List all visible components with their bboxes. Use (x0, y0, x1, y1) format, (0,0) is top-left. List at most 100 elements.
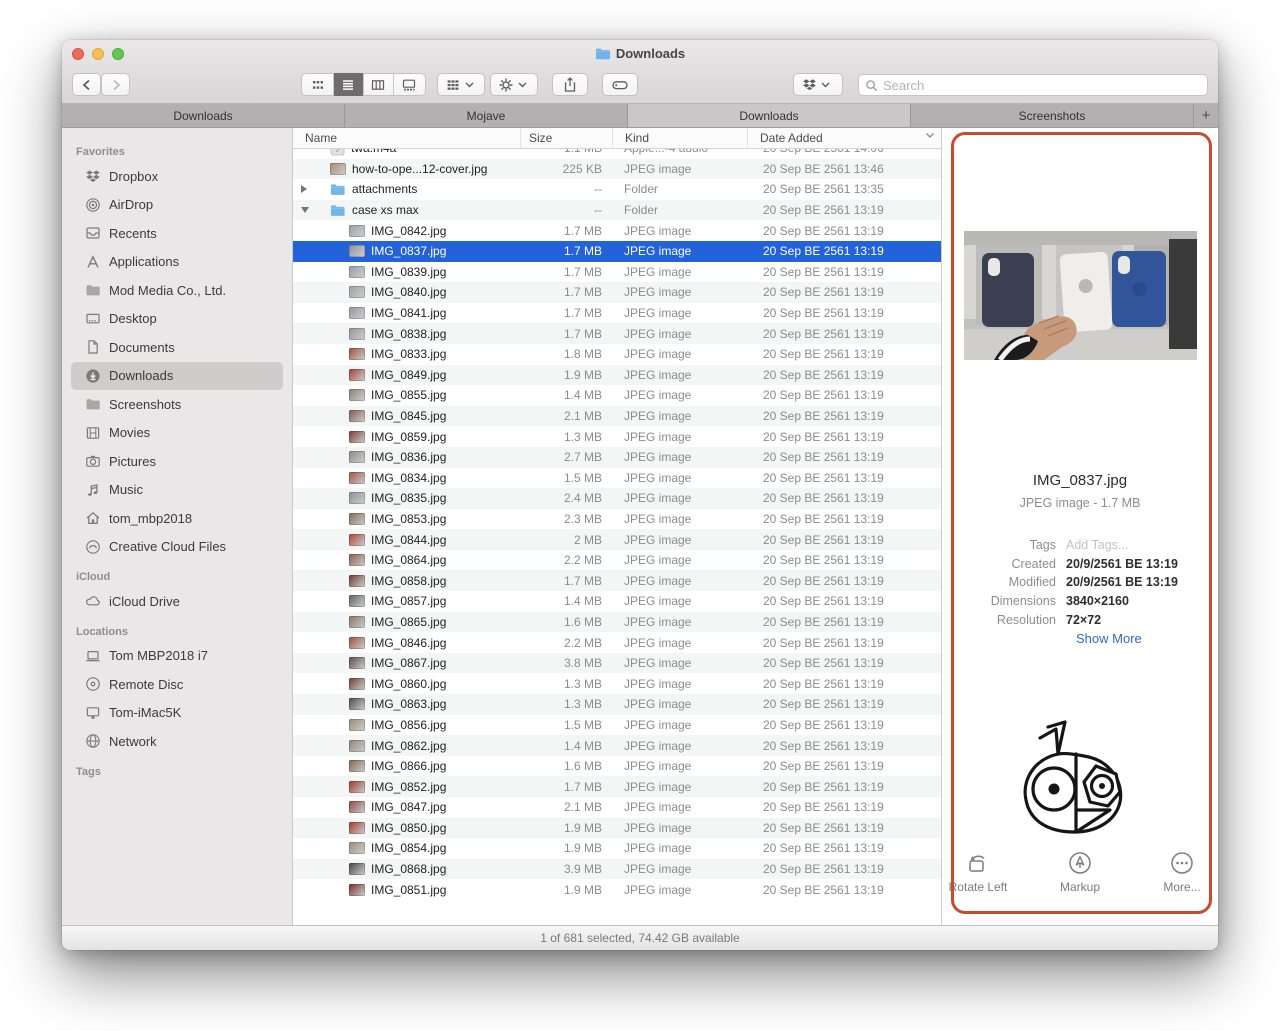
column-header-date-added[interactable]: Date Added (747, 128, 941, 148)
disclosure-triangle-collapsed[interactable] (301, 185, 307, 193)
file-row-IMG-0837-jpg[interactable]: IMG_0837.jpg1.7 MBJPEG image20 Sep BE 25… (293, 241, 941, 262)
sidebar-item-desktop[interactable]: Desktop (71, 305, 283, 334)
sidebar-item-icloud-drive[interactable]: iCloud Drive (71, 587, 283, 616)
column-header-name[interactable]: Name (293, 128, 520, 148)
share-button[interactable] (552, 73, 588, 96)
tab-downloads-2[interactable]: Downloads (628, 104, 911, 127)
file-row-attachments[interactable]: attachments--Folder20 Sep BE 2561 13:35 (293, 179, 941, 200)
column-header-size[interactable]: Size (520, 128, 612, 148)
file-row-IMG-0854-jpg[interactable]: IMG_0854.jpg1.9 MBJPEG image20 Sep BE 25… (293, 838, 941, 859)
file-row-twa-m4a[interactable]: ♪twa.m4a1.1 MBApple...-4 audio20 Sep BE … (293, 149, 941, 159)
sidebar-item-pictures[interactable]: Pictures (71, 447, 283, 476)
file-row-IMG-0855-jpg[interactable]: IMG_0855.jpg1.4 MBJPEG image20 Sep BE 25… (293, 385, 941, 406)
file-row-IMG-0842-jpg[interactable]: IMG_0842.jpg1.7 MBJPEG image20 Sep BE 25… (293, 220, 941, 241)
sidebar-item-downloads[interactable]: Downloads (71, 362, 283, 391)
markup-button[interactable]: Markup (1044, 850, 1116, 894)
sidebar-item-dropbox[interactable]: Dropbox (71, 162, 283, 191)
show-more-link[interactable]: Show More (1076, 631, 1142, 646)
file-row-IMG-0845-jpg[interactable]: IMG_0845.jpg2.1 MBJPEG image20 Sep BE 25… (293, 406, 941, 427)
sidebar-item-label: Pictures (109, 454, 156, 469)
minimize-button[interactable] (92, 48, 104, 60)
file-row-IMG-0833-jpg[interactable]: IMG_0833.jpg1.8 MBJPEG image20 Sep BE 25… (293, 344, 941, 365)
file-row-IMG-0864-jpg[interactable]: IMG_0864.jpg2.2 MBJPEG image20 Sep BE 25… (293, 550, 941, 571)
sidebar-item-airdrop[interactable]: AirDrop (71, 191, 283, 220)
file-row-IMG-0853-jpg[interactable]: IMG_0853.jpg2.3 MBJPEG image20 Sep BE 25… (293, 509, 941, 530)
file-size: 2.2 MB (520, 553, 612, 567)
file-row-IMG-0860-jpg[interactable]: IMG_0860.jpg1.3 MBJPEG image20 Sep BE 25… (293, 673, 941, 694)
new-tab-button[interactable]: + (1194, 104, 1218, 127)
file-row-IMG-0841-jpg[interactable]: IMG_0841.jpg1.7 MBJPEG image20 Sep BE 25… (293, 303, 941, 324)
tab-screenshots-3[interactable]: Screenshots (911, 104, 1194, 127)
sidebar-item-creative-cloud-files[interactable]: Creative Cloud Files (71, 533, 283, 562)
sidebar-item-tom-mbp2018[interactable]: tom_mbp2018 (71, 504, 283, 533)
add-tags-field[interactable]: Add Tags... (1066, 536, 1128, 555)
action-gear-button[interactable] (490, 73, 538, 96)
sidebar-item-screenshots[interactable]: Screenshots (71, 390, 283, 419)
file-row-how-to-ope-12-cover-jpg[interactable]: how-to-ope...12-cover.jpg225 KBJPEG imag… (293, 159, 941, 180)
close-button[interactable] (72, 48, 84, 60)
file-row-IMG-0851-jpg[interactable]: IMG_0851.jpg1.9 MBJPEG image20 Sep BE 25… (293, 879, 941, 900)
dropbox-toolbar-button[interactable] (793, 73, 843, 96)
toolbar (62, 66, 1218, 104)
file-date-added: 20 Sep BE 2561 13:19 (747, 697, 941, 711)
group-button[interactable] (437, 73, 485, 96)
sidebar-item-recents[interactable]: Recents (71, 219, 283, 248)
tab-downloads-0[interactable]: Downloads (62, 104, 345, 127)
file-row-IMG-0866-jpg[interactable]: IMG_0866.jpg1.6 MBJPEG image20 Sep BE 25… (293, 756, 941, 777)
file-row-IMG-0849-jpg[interactable]: IMG_0849.jpg1.9 MBJPEG image20 Sep BE 25… (293, 365, 941, 386)
file-row-IMG-0836-jpg[interactable]: IMG_0836.jpg2.7 MBJPEG image20 Sep BE 25… (293, 447, 941, 468)
sidebar-item-documents[interactable]: Documents (71, 333, 283, 362)
file-row-IMG-0840-jpg[interactable]: IMG_0840.jpg1.7 MBJPEG image20 Sep BE 25… (293, 282, 941, 303)
zoom-button[interactable] (112, 48, 124, 60)
sidebar-item-mod-media-co-ltd-[interactable]: Mod Media Co., Ltd. (71, 276, 283, 305)
forward-button[interactable] (101, 73, 130, 96)
file-row-IMG-0857-jpg[interactable]: IMG_0857.jpg1.4 MBJPEG image20 Sep BE 25… (293, 591, 941, 612)
column-view-button[interactable] (364, 73, 394, 96)
file-row-IMG-0846-jpg[interactable]: IMG_0846.jpg2.2 MBJPEG image20 Sep BE 25… (293, 632, 941, 653)
column-options-chevron[interactable] (925, 132, 935, 139)
sidebar-item-music[interactable]: Music (71, 476, 283, 505)
image-thumbnail-icon (349, 822, 365, 834)
file-row-IMG-0852-jpg[interactable]: IMG_0852.jpg1.7 MBJPEG image20 Sep BE 25… (293, 776, 941, 797)
search-field[interactable] (858, 74, 1208, 96)
file-row-IMG-0844-jpg[interactable]: IMG_0844.jpg2 MBJPEG image20 Sep BE 2561… (293, 529, 941, 550)
sidebar-item-remote-disc[interactable]: Remote Disc (71, 670, 283, 699)
action-label: Markup (1060, 880, 1100, 894)
list-view-button[interactable] (334, 73, 364, 96)
back-button[interactable] (72, 73, 101, 96)
file-kind: JPEG image (612, 862, 747, 876)
file-row-IMG-0858-jpg[interactable]: IMG_0858.jpg1.7 MBJPEG image20 Sep BE 25… (293, 570, 941, 591)
search-input[interactable] (883, 78, 1201, 93)
column-header-kind[interactable]: Kind (612, 128, 747, 148)
sidebar-item-network[interactable]: Network (71, 727, 283, 756)
file-row-IMG-0862-jpg[interactable]: IMG_0862.jpg1.4 MBJPEG image20 Sep BE 25… (293, 735, 941, 756)
file-row-IMG-0859-jpg[interactable]: IMG_0859.jpg1.3 MBJPEG image20 Sep BE 25… (293, 426, 941, 447)
rotate-left-button[interactable]: Rotate Left (942, 850, 1014, 894)
disclosure-triangle-expanded[interactable] (301, 207, 309, 213)
file-row-IMG-0839-jpg[interactable]: IMG_0839.jpg1.7 MBJPEG image20 Sep BE 25… (293, 262, 941, 283)
file-row-IMG-0867-jpg[interactable]: IMG_0867.jpg3.8 MBJPEG image20 Sep BE 25… (293, 653, 941, 674)
file-size: 1.7 MB (520, 224, 612, 238)
file-size: 1.4 MB (520, 739, 612, 753)
file-row-IMG-0856-jpg[interactable]: IMG_0856.jpg1.5 MBJPEG image20 Sep BE 25… (293, 715, 941, 736)
sidebar-item-tom-mbp2018-i7[interactable]: Tom MBP2018 i7 (71, 642, 283, 671)
file-row-IMG-0863-jpg[interactable]: IMG_0863.jpg1.3 MBJPEG image20 Sep BE 25… (293, 694, 941, 715)
file-name: IMG_0841.jpg (371, 306, 446, 320)
gallery-view-button[interactable] (394, 73, 424, 96)
sidebar-item-applications[interactable]: Applications (71, 248, 283, 277)
file-row-IMG-0838-jpg[interactable]: IMG_0838.jpg1.7 MBJPEG image20 Sep BE 25… (293, 323, 941, 344)
file-row-IMG-0865-jpg[interactable]: IMG_0865.jpg1.6 MBJPEG image20 Sep BE 25… (293, 612, 941, 633)
file-row-IMG-0850-jpg[interactable]: IMG_0850.jpg1.9 MBJPEG image20 Sep BE 25… (293, 818, 941, 839)
sidebar-item-movies[interactable]: Movies (71, 419, 283, 448)
file-row-IMG-0835-jpg[interactable]: IMG_0835.jpg2.4 MBJPEG image20 Sep BE 25… (293, 488, 941, 509)
file-row-case-xs-max[interactable]: case xs max--Folder20 Sep BE 2561 13:19 (293, 200, 941, 221)
tab-mojave-1[interactable]: Mojave (345, 104, 628, 127)
file-size: 3.9 MB (520, 862, 612, 876)
file-row-IMG-0834-jpg[interactable]: IMG_0834.jpg1.5 MBJPEG image20 Sep BE 25… (293, 468, 941, 489)
icon-view-button[interactable] (304, 73, 334, 96)
more--button[interactable]: More... (1146, 850, 1218, 894)
tags-button[interactable] (602, 73, 638, 96)
file-row-IMG-0847-jpg[interactable]: IMG_0847.jpg2.1 MBJPEG image20 Sep BE 25… (293, 797, 941, 818)
sidebar-item-tom-imac5k[interactable]: Tom-iMac5K (71, 699, 283, 728)
file-row-IMG-0868-jpg[interactable]: IMG_0868.jpg3.9 MBJPEG image20 Sep BE 25… (293, 859, 941, 880)
